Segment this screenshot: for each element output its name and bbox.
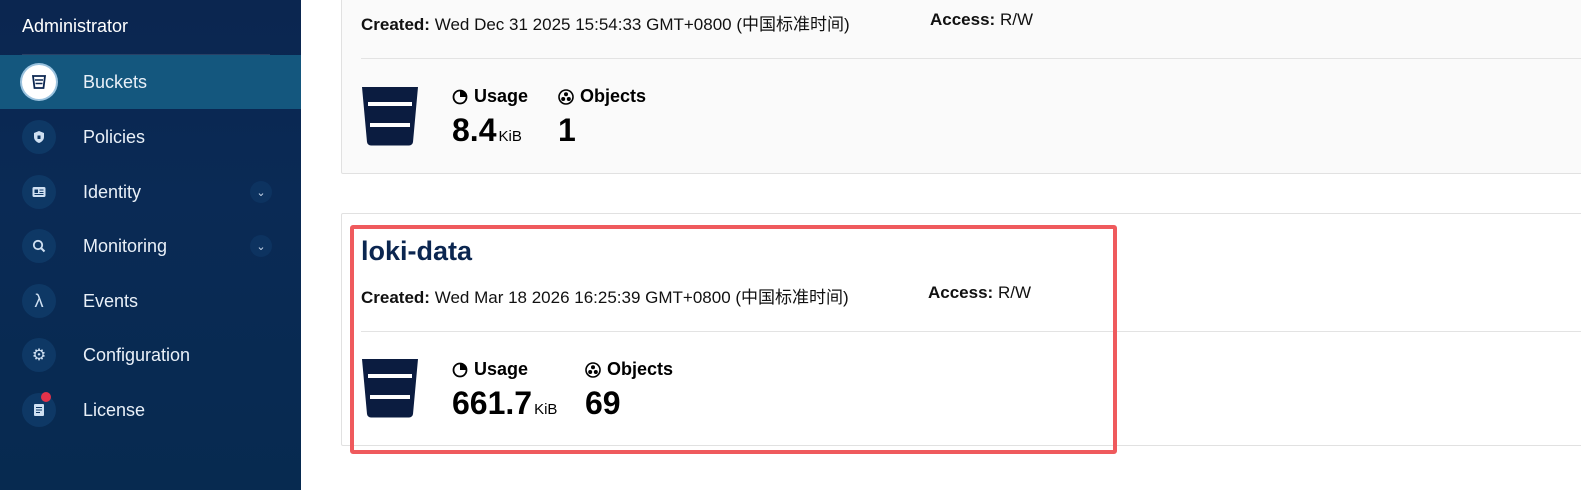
sidebar-item-identity[interactable]: Identity ⌄ <box>0 165 301 219</box>
sidebar-item-configuration[interactable]: ⚙ Configuration <box>0 328 301 382</box>
monitor-search-icon <box>22 229 56 263</box>
bucket-access: Access: R/W <box>928 283 1031 303</box>
sidebar-header: Administrator <box>22 16 129 36</box>
objects-value: 69 <box>585 385 621 421</box>
usage-label: Usage <box>452 359 528 380</box>
pie-chart-icon <box>452 89 468 104</box>
objects-label: Objects <box>585 359 673 380</box>
objects-icon <box>558 88 574 105</box>
sidebar: Administrator Buckets Policies Identity … <box>0 0 301 490</box>
sidebar-item-label: License <box>83 399 146 420</box>
created-value: Wed Dec 31 2025 15:54:33 GMT+0800 (中国标准时… <box>434 15 850 34</box>
pie-chart-icon <box>452 362 468 377</box>
created-label: Created: <box>361 15 430 34</box>
objects-value: 1 <box>558 112 576 148</box>
chevron-down-icon[interactable]: ⌄ <box>250 181 272 203</box>
sidebar-item-label: Events <box>83 290 139 311</box>
bucket-created: Created: Wed Dec 31 2025 15:54:33 GMT+08… <box>361 10 850 35</box>
sidebar-item-label: Policies <box>83 126 146 147</box>
document-icon <box>22 393 56 427</box>
bucket-created: Created: Wed Mar 18 2026 16:25:39 GMT+08… <box>361 283 849 308</box>
notification-dot <box>41 392 51 402</box>
sidebar-item-monitoring[interactable]: Monitoring ⌄ <box>0 219 301 273</box>
gear-icon: ⚙ <box>22 338 56 372</box>
created-label: Created: <box>361 288 430 307</box>
bucket-name[interactable]: loki-data <box>361 236 472 267</box>
bucket-icon <box>362 87 418 146</box>
usage-value: 8.4 KiB <box>452 112 522 148</box>
access-label: Access: <box>930 10 996 29</box>
usage-label: Usage <box>452 86 528 107</box>
sidebar-item-label: Identity <box>83 181 142 202</box>
usage-value: 661.7 KiB <box>452 385 558 421</box>
divider <box>361 58 1581 59</box>
sidebar-item-events[interactable]: λ Events <box>0 274 301 328</box>
id-card-icon <box>22 175 56 209</box>
access-value: R/W <box>997 283 1031 302</box>
objects-label: Objects <box>558 86 646 107</box>
objects-icon <box>585 361 601 378</box>
app-root: Administrator Buckets Policies Identity … <box>0 0 1581 490</box>
sidebar-item-label: Monitoring <box>83 235 168 256</box>
shield-icon <box>22 120 56 154</box>
access-value: R/W <box>999 10 1033 29</box>
sidebar-item-policies[interactable]: Policies <box>0 110 301 164</box>
sidebar-item-label: Buckets <box>83 71 148 92</box>
bucket-access: Access: R/W <box>930 10 1033 30</box>
bucket-icon <box>362 359 418 418</box>
access-label: Access: <box>928 283 994 302</box>
divider <box>361 331 1581 332</box>
created-value: Wed Mar 18 2026 16:25:39 GMT+0800 (中国标准时… <box>434 288 849 307</box>
chevron-down-icon[interactable]: ⌄ <box>250 235 272 257</box>
sidebar-item-label: Configuration <box>83 344 191 365</box>
lambda-icon: λ <box>22 284 56 318</box>
sidebar-item-license[interactable]: License <box>0 383 301 437</box>
sidebar-item-buckets[interactable]: Buckets <box>0 55 301 109</box>
bucket-icon <box>22 65 56 99</box>
